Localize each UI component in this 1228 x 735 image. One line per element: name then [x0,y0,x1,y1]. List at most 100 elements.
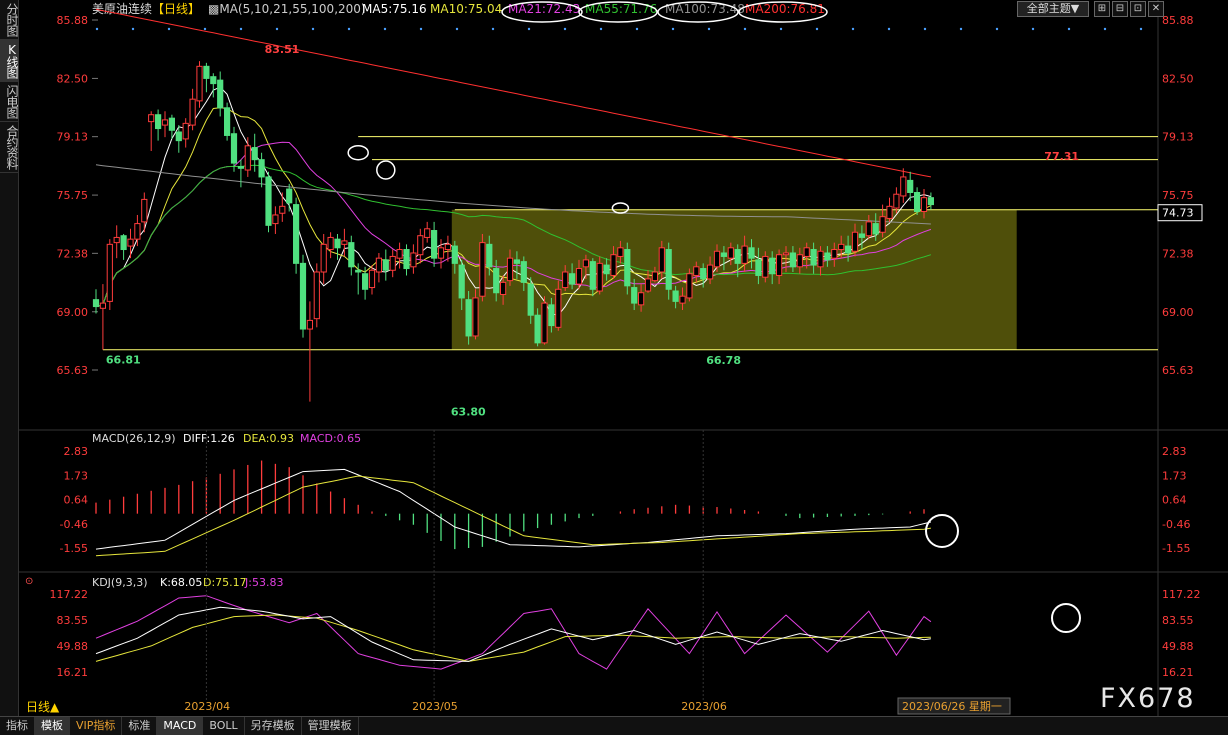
candle-body [230,133,238,164]
tab-standard[interactable]: 标准 [122,717,158,735]
macd-y-label-left: -1.55 [60,542,88,555]
kdj-y-label-right: 16.21 [1162,666,1194,679]
candle-body [707,264,714,280]
chart-canvas[interactable]: 美原油连续 【日线】 ▩MA(5,10,21,55,100,200)MA5:75.1… [0,0,1228,716]
candle-body [348,242,355,268]
marker-dot [527,27,531,31]
marker-dot [599,27,603,31]
candle-body [679,295,686,304]
tab-template[interactable]: 模板 [35,717,70,735]
diff-line [95,468,932,550]
tab-manage-template[interactable]: 管理模板 [302,717,359,735]
macd-y-label-left: 1.73 [64,469,89,482]
marker-dot [131,27,135,31]
candle-body [437,247,445,259]
candle-body [251,147,258,161]
candle-body [865,221,872,237]
tab-macd[interactable]: MACD [157,717,204,735]
candle-body [900,176,907,197]
candle-body [320,243,327,273]
kdj-y-label-left: 83.55 [57,614,89,627]
candle-body [244,145,251,171]
candle-body [610,254,617,276]
close-icon[interactable]: ✕ [1148,1,1164,17]
candle-body [341,240,348,245]
y-tick-label-left: 65.63 [57,364,89,377]
kdj-settings-icon: ⊙ [25,576,33,587]
marker-dot [383,27,387,31]
candle-body [458,264,465,299]
tab-vip-indicator[interactable]: VIP指标 [70,717,123,735]
candle-body [327,236,334,251]
candle-body [810,249,817,266]
x-tick-label: 2023/04 [184,700,230,713]
candle-body [907,179,914,193]
tab-save-template[interactable]: 另存模板 [245,717,302,735]
candle-body [755,259,762,276]
restore-icon[interactable]: ⊡ [1130,1,1146,17]
candle-body [513,259,520,264]
highlight-circle [925,514,959,548]
candle-body [203,65,210,79]
y-tick-label-left: 75.75 [57,189,89,202]
candle-body [734,249,741,264]
marker-dot [851,27,855,31]
marker-dot [167,27,171,31]
marker-dot [707,27,711,31]
candle-body [334,238,341,249]
candle-body [279,205,286,214]
y-tick-label-left: 79.13 [57,131,89,144]
kdj-k-line [95,606,931,662]
candle-body [479,242,486,297]
marker-dot [671,27,675,31]
tab-indicator[interactable]: 指标 [0,717,35,735]
candle-body [148,114,155,123]
macd-y-label-left: 2.83 [64,445,89,458]
highlight-circle [347,144,369,161]
kdj-d: D:75.17 [203,576,247,589]
candle-body [161,119,169,126]
candle-body [272,214,279,225]
candle-body [638,292,645,306]
marker-dot [743,27,747,31]
candle-body [803,247,810,257]
candle-body [141,198,148,223]
candle-body [189,98,196,126]
candle-body [920,197,928,213]
candle-body [472,297,479,337]
marker-dot [923,27,927,31]
candle-body [569,273,576,285]
candle-body [727,247,734,259]
candle-body [127,238,134,247]
y-tick-label-right: 65.63 [1162,364,1194,377]
candle-body [500,281,507,295]
watermark-logo: FX678 [1100,683,1196,714]
candle-body [879,216,886,233]
candle-body [210,76,217,85]
layout-icon[interactable]: ⊞ [1094,1,1110,17]
extreme-label: 83.51 [265,43,300,56]
candle-body [258,159,265,178]
macd-y-label-right: -0.46 [1162,518,1190,531]
candle-body [548,304,555,327]
theme-dropdown[interactable]: 全部主题▼ [1017,1,1089,17]
marker-dot [311,27,315,31]
candle-body [99,302,107,309]
marker-dot [455,27,459,31]
bottom-toolbar: 指标 模板 VIP指标 标准 MACD BOLL 另存模板 管理模板 [0,716,1228,735]
candle-body [362,273,369,290]
candle-body [700,268,707,280]
marker-dot [1103,27,1107,31]
tab-boll[interactable]: BOLL [203,717,245,735]
candle-body [368,269,376,289]
candle-body [403,249,410,270]
candle-body [92,299,100,308]
y-tick-label-right: 82.50 [1162,72,1194,85]
candle-body [224,107,231,136]
minimize-icon[interactable]: ⊟ [1112,1,1128,17]
cursor-date-label: 2023/06/26 星期一 [902,700,1002,713]
period-button[interactable]: 日线▲ [20,700,88,715]
marker-dot [347,27,351,31]
y-tick-label-right: 79.13 [1162,131,1194,144]
marker-dot [779,27,783,31]
